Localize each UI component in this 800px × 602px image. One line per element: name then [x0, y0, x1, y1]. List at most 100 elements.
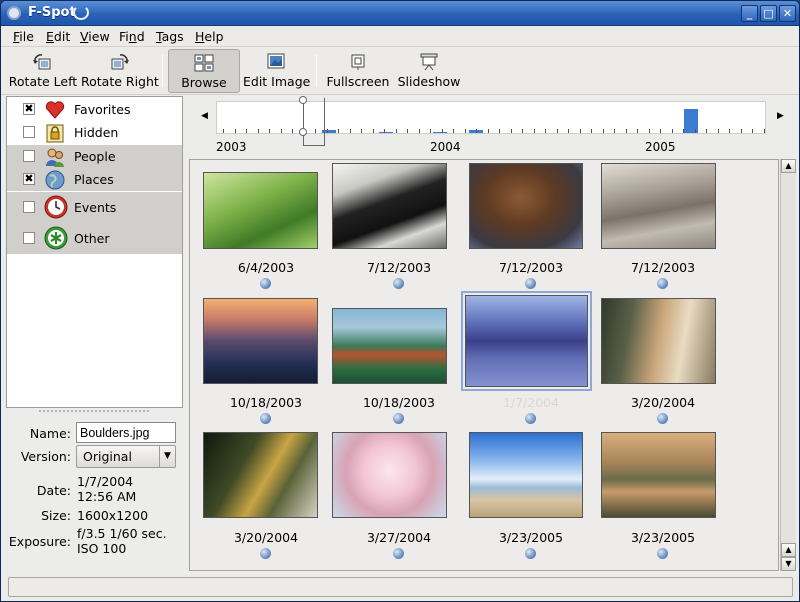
photo-cell[interactable]: 3/23/2005: [465, 432, 597, 577]
version-select[interactable]: Original ▼: [76, 445, 176, 468]
tag-row-other[interactable]: Other: [7, 223, 182, 254]
timeline-tick: [694, 129, 696, 133]
minimize-button[interactable]: _: [741, 5, 758, 22]
rotate-right-button[interactable]: Rotate Right: [81, 49, 159, 93]
timeline-tick: [545, 129, 546, 133]
timeline-bar: [433, 132, 447, 133]
photo-cell[interactable]: 7/12/2003: [332, 163, 465, 307]
menu-view[interactable]: View: [80, 29, 110, 44]
iso-value: ISO 100: [77, 541, 127, 556]
timeline-tick: [763, 129, 765, 133]
photo-thumbnail[interactable]: [203, 172, 318, 249]
photo-thumbnail[interactable]: [601, 298, 716, 384]
places-tag-globe-icon: [525, 278, 536, 289]
close-button[interactable]: ✕: [779, 5, 796, 22]
timeline-tick: [522, 129, 523, 133]
tag-checkbox-events[interactable]: [23, 201, 35, 213]
timeline-range-selector[interactable]: [299, 96, 325, 146]
photo-thumbnail[interactable]: [203, 298, 318, 384]
rotate-left-icon: [33, 54, 51, 70]
timeline-range-handle[interactable]: [299, 128, 307, 136]
tag-row-events[interactable]: Events: [7, 192, 182, 223]
timeline-tick: [407, 129, 408, 133]
timeline-tick: [706, 129, 707, 133]
window-title: F-Spot: [28, 5, 76, 20]
menu-edit[interactable]: Edit: [46, 29, 70, 44]
photo-cell[interactable]: 10/18/2003: [200, 298, 332, 442]
photo-cell[interactable]: 1/7/2004: [461, 291, 597, 442]
slideshow-button[interactable]: Slideshow: [396, 49, 462, 93]
title-bar[interactable]: F-Spot _ □ ✕: [1, 1, 799, 26]
timeline-tick: [556, 129, 558, 133]
exposure-label: Exposure:: [8, 534, 71, 549]
timeline-range-handle[interactable]: [299, 96, 307, 104]
edit-image-icon: [267, 53, 285, 69]
photo-cell[interactable]: 10/18/2003: [332, 307, 465, 442]
timeline-tick: [395, 129, 397, 133]
edit-image-button[interactable]: Edit Image: [243, 49, 310, 93]
tag-row-hidden[interactable]: Hidden: [7, 121, 182, 144]
places-tag-globe-icon: [393, 278, 404, 289]
vertical-scrollbar[interactable]: ▲ ▲ ▼: [780, 159, 796, 571]
lock-icon: [46, 124, 64, 143]
timeline-tick: [292, 129, 293, 133]
fullscreen-button[interactable]: Fullscreen: [325, 49, 391, 93]
scroll-down-arrow-icon[interactable]: ▼: [781, 557, 796, 571]
timeline-tick: [648, 129, 650, 133]
photo-thumbnail[interactable]: [203, 432, 318, 518]
scroll-up-arrow-icon[interactable]: ▲: [781, 159, 796, 173]
tag-checkbox-people[interactable]: [23, 150, 35, 162]
menu-tags[interactable]: Tags: [156, 29, 184, 44]
photo-thumbnail[interactable]: [461, 291, 592, 391]
timeline-tick: [418, 129, 420, 133]
photo-date: 7/12/2003: [498, 260, 564, 275]
photo-cell[interactable]: 3/20/2004: [597, 298, 729, 442]
menu-help[interactable]: Help: [195, 29, 224, 44]
photo-thumbnail[interactable]: [469, 432, 583, 518]
timeline-right-arrow-icon[interactable]: ▶: [777, 111, 784, 121]
timeline-strip[interactable]: [216, 101, 766, 134]
timeline-left-arrow-icon[interactable]: ◀: [201, 111, 208, 121]
photo-thumbnail[interactable]: [601, 432, 716, 518]
tag-checkbox-places[interactable]: ✖: [23, 173, 35, 185]
timeline[interactable]: ◀ 2003 2004 2005 ▶: [194, 96, 793, 156]
tag-checkbox-other[interactable]: [23, 232, 35, 244]
menu-bar: File Edit View Find Tags Help: [1, 26, 799, 47]
timeline-tick: [637, 129, 638, 133]
date-value: 1/7/2004: [77, 474, 134, 489]
version-label: Version:: [20, 449, 71, 464]
maximize-button[interactable]: □: [760, 5, 777, 22]
menu-find[interactable]: Find: [119, 29, 145, 44]
photo-cell[interactable]: 3/23/2005: [597, 432, 729, 577]
menu-file[interactable]: File: [13, 29, 34, 44]
photo-thumbnail[interactable]: [332, 163, 447, 249]
tag-checkbox-favorites[interactable]: ✖: [23, 103, 35, 115]
tag-row-people[interactable]: People: [7, 145, 182, 168]
timeline-tick: [510, 129, 512, 133]
photo-cell[interactable]: 7/12/2003: [465, 163, 597, 307]
photo-thumbnail[interactable]: [469, 163, 583, 249]
rotate-left-button[interactable]: Rotate Left: [7, 49, 79, 93]
photo-date: 10/18/2003: [229, 395, 303, 410]
tag-checkbox-hidden[interactable]: [23, 126, 35, 138]
browse-icon: [194, 54, 214, 72]
photo-cell[interactable]: 3/27/2004: [332, 432, 465, 577]
name-field[interactable]: [76, 422, 176, 443]
photo-cell[interactable]: 3/20/2004: [200, 432, 332, 577]
timeline-tick: [361, 129, 362, 133]
browse-button[interactable]: Browse: [168, 49, 240, 93]
photo-cell[interactable]: 7/12/2003: [597, 163, 729, 307]
pane-resize-handle[interactable]: [39, 410, 149, 413]
tag-row-places[interactable]: ✖ Places: [7, 168, 182, 191]
tag-row-favorites[interactable]: ✖ Favorites: [7, 98, 182, 121]
version-value: Original: [83, 449, 132, 464]
photo-thumbnail[interactable]: [601, 163, 716, 249]
status-bar: [1, 574, 799, 601]
timeline-tick: [752, 129, 753, 133]
scroll-up-arrow-icon[interactable]: ▲: [781, 543, 796, 557]
photo-cell[interactable]: 6/4/2003: [200, 172, 332, 307]
main-window: F-Spot _ □ ✕ File Edit View Find Tags He…: [0, 0, 800, 602]
window-menu-icon[interactable]: [7, 6, 21, 20]
photo-thumbnail[interactable]: [332, 432, 447, 518]
photo-thumbnail[interactable]: [332, 308, 447, 384]
